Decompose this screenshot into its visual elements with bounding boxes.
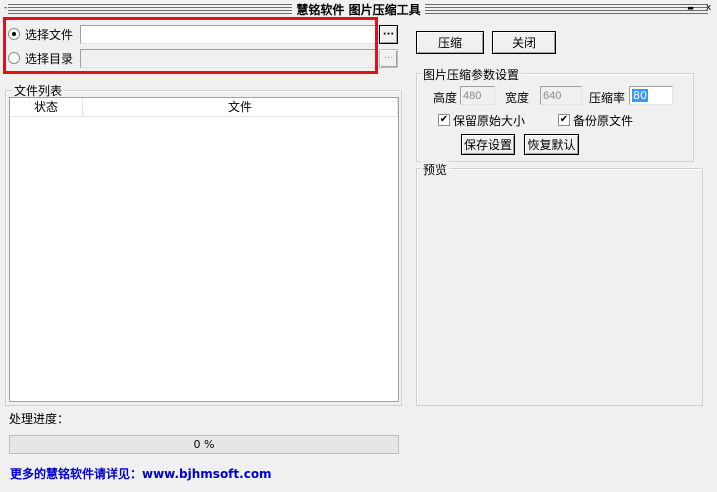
keep-size-label: 保留原始大小 bbox=[453, 114, 526, 128]
ratio-value: 80 bbox=[632, 89, 648, 102]
compress-button[interactable]: 压缩 bbox=[416, 31, 484, 54]
width-input[interactable] bbox=[540, 86, 582, 105]
browse-file-button[interactable]: ··· bbox=[379, 25, 398, 44]
title-bar: - 慧铭软件 图片压缩工具 ▬ x bbox=[0, 0, 717, 18]
progress-bar: 0 % bbox=[9, 435, 399, 454]
highlight-box bbox=[3, 17, 378, 74]
keep-size-checkbox[interactable]: ✔ bbox=[438, 114, 450, 126]
save-settings-button[interactable]: 保存设置 bbox=[461, 134, 515, 155]
preview-group-label: 预览 bbox=[421, 161, 450, 178]
ratio-input[interactable]: 80 bbox=[629, 86, 673, 105]
height-input[interactable] bbox=[460, 86, 495, 105]
close-icon[interactable]: x bbox=[703, 3, 714, 14]
progress-label: 处理进度： bbox=[9, 412, 70, 426]
backup-checkbox[interactable]: ✔ bbox=[558, 114, 570, 126]
restore-defaults-button[interactable]: 恢复默认 bbox=[524, 134, 579, 155]
column-header-status[interactable]: 状态 bbox=[10, 98, 83, 117]
progress-text: 0 % bbox=[193, 438, 215, 451]
height-label: 高度 bbox=[433, 91, 458, 105]
backup-label: 备份原文件 bbox=[573, 114, 634, 128]
window-title: 慧铭软件 图片压缩工具 bbox=[0, 1, 717, 18]
settings-group-label: 图片压缩参数设置 bbox=[421, 66, 522, 83]
column-header-file[interactable]: 文件 bbox=[83, 98, 398, 117]
ratio-label: 压缩率 bbox=[589, 91, 626, 105]
footer-link[interactable]: 更多的慧铭软件请详见：www.bjhmsoft.com bbox=[10, 465, 272, 482]
browse-dir-button[interactable]: ··· bbox=[379, 49, 398, 68]
preview-group bbox=[416, 168, 703, 406]
minimize-icon[interactable]: ▬ bbox=[685, 3, 696, 14]
close-button[interactable]: 关闭 bbox=[492, 31, 556, 54]
width-label: 宽度 bbox=[505, 91, 530, 105]
file-list[interactable]: 状态 文件 bbox=[9, 97, 399, 402]
